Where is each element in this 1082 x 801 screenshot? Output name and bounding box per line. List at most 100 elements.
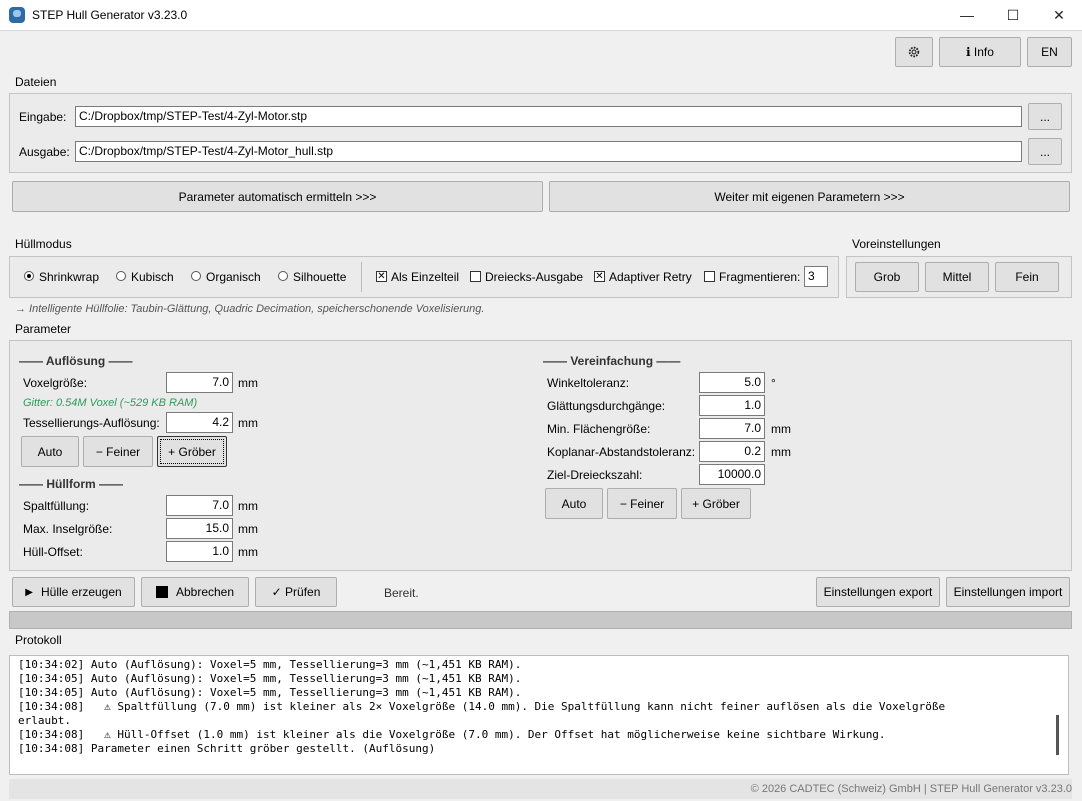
voxel-size-field[interactable]: 7.0 <box>166 372 233 393</box>
log-line: [10:34:08] ⚠ Spaltfüllung (7.0 mm) ist k… <box>18 700 946 713</box>
output-browse-button[interactable]: ... <box>1028 138 1062 165</box>
triangle-output-label: Dreiecks-Ausgabe <box>485 270 584 284</box>
generate-hull-button[interactable]: ▶ Hülle erzeugen <box>12 577 135 607</box>
resolution-coarser-button[interactable]: + Gröber <box>157 436 227 467</box>
log-section-title: Protokoll <box>15 633 62 647</box>
gap-fill-field[interactable]: 7.0 <box>166 495 233 516</box>
app-icon <box>9 7 25 23</box>
tess-resolution-field[interactable]: 4.2 <box>166 412 233 433</box>
tess-unit: mm <box>238 416 258 430</box>
coplanar-tolerance-field[interactable]: 0.2 <box>699 441 765 462</box>
divider <box>361 262 362 292</box>
angle-tolerance-field[interactable]: 5.0 <box>699 372 765 393</box>
coplanar-unit: mm <box>771 445 791 459</box>
settings-button[interactable] <box>895 37 933 67</box>
hull-mode-hint: → Intelligente Hüllfolie: Taubin-Glättun… <box>15 303 485 315</box>
import-settings-button[interactable]: Einstellungen import <box>946 577 1070 607</box>
target-label: Ziel-Dreieckszahl: <box>547 468 643 482</box>
play-icon: ▶ <box>25 586 33 598</box>
resolution-auto-button[interactable]: Auto <box>21 436 79 467</box>
simplify-finer-button[interactable]: − Feiner <box>607 488 677 519</box>
smooth-passes-field[interactable]: 1.0 <box>699 395 765 416</box>
log-line: [10:34:08] ⚠ Hüll-Offset (1.0 mm) ist kl… <box>18 728 886 741</box>
language-button[interactable]: EN <box>1027 37 1072 67</box>
radio-organisch-label: Organisch <box>206 270 261 284</box>
input-browse-button[interactable]: ... <box>1028 103 1062 130</box>
own-params-button[interactable]: Weiter mit eigenen Parametern >>> <box>549 181 1070 212</box>
grid-info: Gitter: 0.54M Voxel (~529 KB RAM) <box>23 397 198 409</box>
as-single-checkbox[interactable]: ✕ <box>376 271 387 282</box>
input-path-field[interactable]: C:/Dropbox/tmp/STEP-Test/4-Zyl-Motor.stp <box>75 106 1022 127</box>
fragment-label: Fragmentieren: <box>719 270 801 284</box>
log-output[interactable]: [10:34:02] Auto (Auflösung): Voxel=5 mm,… <box>9 655 1069 775</box>
auto-params-button[interactable]: Parameter automatisch ermitteln >>> <box>12 181 543 212</box>
check-button[interactable]: ✓ Prüfen <box>255 577 337 607</box>
radio-silhouette-label: Silhouette <box>293 270 347 284</box>
adaptive-retry-checkbox[interactable]: ✕ <box>594 271 605 282</box>
offset-unit: mm <box>238 545 258 559</box>
log-line: erlaubt. <box>18 714 71 727</box>
status-text: Bereit. <box>384 586 419 600</box>
title-bar: STEP Hull Generator v3.23.0 — ☐ ✕ <box>0 0 1082 31</box>
output-label: Ausgabe: <box>19 145 70 159</box>
island-label: Max. Inselgröße: <box>23 522 113 536</box>
radio-silhouette[interactable] <box>278 271 288 281</box>
radio-organisch[interactable] <box>191 271 201 281</box>
preset-fine-button[interactable]: Fein <box>995 262 1059 292</box>
hullform-title: —— Hüllform —— <box>19 477 123 491</box>
log-line: [10:34:05] Auto (Auflösung): Voxel=5 mm,… <box>18 672 522 685</box>
target-triangles-field[interactable]: 10000.0 <box>699 464 765 485</box>
gap-label: Spaltfüllung: <box>23 499 90 513</box>
log-scrollbar[interactable] <box>1056 715 1059 755</box>
gear-icon <box>908 46 920 58</box>
log-line: [10:34:05] Auto (Auflösung): Voxel=5 mm,… <box>18 686 522 699</box>
simplify-auto-button[interactable]: Auto <box>545 488 603 519</box>
log-line: [10:34:08] Parameter einen Schritt gröbe… <box>18 742 436 755</box>
resolution-title: —— Auflösung —— <box>19 354 133 368</box>
angle-unit: ° <box>771 376 776 390</box>
hull-mode-section-title: Hüllmodus <box>15 237 72 251</box>
cancel-label: Abbrechen <box>175 585 235 599</box>
radio-shrinkwrap-label: Shrinkwrap <box>39 270 100 284</box>
voxel-label: Voxelgröße: <box>23 376 88 390</box>
preset-coarse-button[interactable]: Grob <box>855 262 919 292</box>
progress-bar <box>9 611 1072 629</box>
radio-shrinkwrap[interactable] <box>24 271 34 281</box>
minimize-button[interactable]: — <box>944 0 990 31</box>
hull-offset-field[interactable]: 1.0 <box>166 541 233 562</box>
smooth-label: Glättungsdurchgänge: <box>547 399 666 413</box>
input-label: Eingabe: <box>19 110 67 124</box>
footer-copyright: © 2026 CADTEC (Schweiz) GmbH | STEP Hull… <box>750 783 1072 795</box>
info-button[interactable]: ℹ Info <box>939 37 1021 67</box>
fragment-count-field[interactable]: 3 <box>804 266 828 287</box>
stop-icon <box>155 586 168 598</box>
voxel-unit: mm <box>238 376 258 390</box>
island-size-field[interactable]: 15.0 <box>166 518 233 539</box>
triangle-output-checkbox[interactable] <box>470 271 481 282</box>
output-path-field[interactable]: C:/Dropbox/tmp/STEP-Test/4-Zyl-Motor_hul… <box>75 141 1022 162</box>
params-section-title: Parameter <box>15 322 72 336</box>
window-title: STEP Hull Generator v3.23.0 <box>32 8 188 22</box>
resolution-finer-button[interactable]: − Feiner <box>83 436 153 467</box>
gap-unit: mm <box>238 499 258 513</box>
files-section-title: Dateien <box>15 75 57 89</box>
minface-unit: mm <box>771 422 791 436</box>
tess-label: Tessellierungs-Auflösung: <box>23 416 160 430</box>
close-button[interactable]: ✕ <box>1036 0 1082 31</box>
as-single-label: Als Einzelteil <box>391 270 460 284</box>
presets-section-title: Voreinstellungen <box>852 237 941 251</box>
log-line: [10:34:02] Auto (Auflösung): Voxel=5 mm,… <box>18 658 522 671</box>
cancel-button[interactable]: Abbrechen <box>141 577 249 607</box>
offset-label: Hüll-Offset: <box>23 545 83 559</box>
export-settings-button[interactable]: Einstellungen export <box>816 577 940 607</box>
fragment-checkbox[interactable] <box>704 271 715 282</box>
radio-kubisch[interactable] <box>116 271 126 281</box>
maximize-button[interactable]: ☐ <box>990 0 1036 31</box>
radio-kubisch-label: Kubisch <box>131 270 174 284</box>
preset-medium-button[interactable]: Mittel <box>925 262 989 292</box>
simplify-title: —— Vereinfachung —— <box>543 354 681 368</box>
coplanar-label: Koplanar-Abstandstoleranz: <box>547 445 696 459</box>
simplify-coarser-button[interactable]: + Gröber <box>681 488 751 519</box>
minface-label: Min. Flächengröße: <box>547 422 651 436</box>
min-face-field[interactable]: 7.0 <box>699 418 765 439</box>
